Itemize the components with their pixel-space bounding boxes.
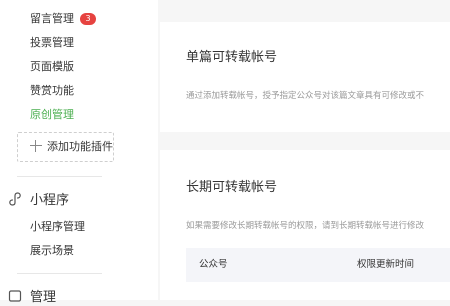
long-term-reprint-panel: 长期可转载帐号 如果需要修改长期转载帐号的权限，请到长期转载帐号进行修改 公众号… bbox=[160, 150, 450, 300]
plus-icon bbox=[30, 140, 42, 152]
sidebar-divider bbox=[17, 273, 102, 274]
sidebar-item-votes[interactable]: 投票管理 bbox=[30, 36, 74, 50]
sidebar-item-comments[interactable]: 留言管理 3 bbox=[30, 12, 96, 26]
sidebar-item-label: 投票管理 bbox=[30, 36, 74, 49]
sidebar-item-label: 小程序管理 bbox=[30, 220, 85, 233]
column-header-account: 公众号 bbox=[199, 259, 228, 270]
sidebar-item-label: 原创管理 bbox=[30, 108, 74, 121]
sidebar-item-label: 页面模版 bbox=[30, 60, 74, 73]
sidebar-item-label: 赞赏功能 bbox=[30, 84, 74, 97]
sidebar-item-label: 留言管理 bbox=[30, 12, 74, 25]
panel-description: 通过添加转载帐号，授予指定公众号对该篇文章具有可修改或不 bbox=[186, 91, 425, 101]
single-reprint-panel: 单篇可转载帐号 通过添加转载帐号，授予指定公众号对该篇文章具有可修改或不 bbox=[160, 22, 450, 132]
sidebar-item-reward[interactable]: 赞赏功能 bbox=[30, 84, 74, 98]
comment-count-badge: 3 bbox=[80, 13, 96, 25]
panel-title: 长期可转载帐号 bbox=[186, 180, 278, 195]
manage-icon bbox=[8, 289, 22, 303]
sidebar-item-miniprogram-manage[interactable]: 小程序管理 bbox=[30, 220, 85, 234]
sidebar-item-templates[interactable]: 页面模版 bbox=[30, 60, 74, 74]
panel-title: 单篇可转载帐号 bbox=[186, 50, 278, 65]
sidebar-section-manage[interactable]: 管理 bbox=[8, 289, 56, 306]
column-header-updated-time: 权限更新时间 bbox=[357, 259, 415, 270]
add-plugin-button[interactable]: 添加功能插件 bbox=[17, 132, 114, 162]
section-title: 小程序 bbox=[30, 193, 70, 208]
sidebar-divider bbox=[17, 176, 102, 177]
add-plugin-label: 添加功能插件 bbox=[47, 140, 113, 153]
section-title: 管理 bbox=[30, 290, 57, 305]
sidebar-item-display-scenes[interactable]: 展示场景 bbox=[30, 244, 74, 258]
table-header: 公众号 权限更新时间 bbox=[186, 248, 450, 282]
panel-description: 如果需要修改长期转载帐号的权限，请到长期转载帐号进行修改 bbox=[186, 221, 425, 231]
miniprogram-icon bbox=[8, 192, 22, 206]
sidebar-item-label: 展示场景 bbox=[30, 244, 74, 257]
sidebar-item-original[interactable]: 原创管理 bbox=[30, 108, 74, 122]
sidebar: 留言管理 3 投票管理 页面模版 赞赏功能 原创管理 添加功能插件 小程序 小程序… bbox=[0, 0, 158, 305]
sidebar-section-miniprogram[interactable]: 小程序 bbox=[8, 192, 69, 209]
